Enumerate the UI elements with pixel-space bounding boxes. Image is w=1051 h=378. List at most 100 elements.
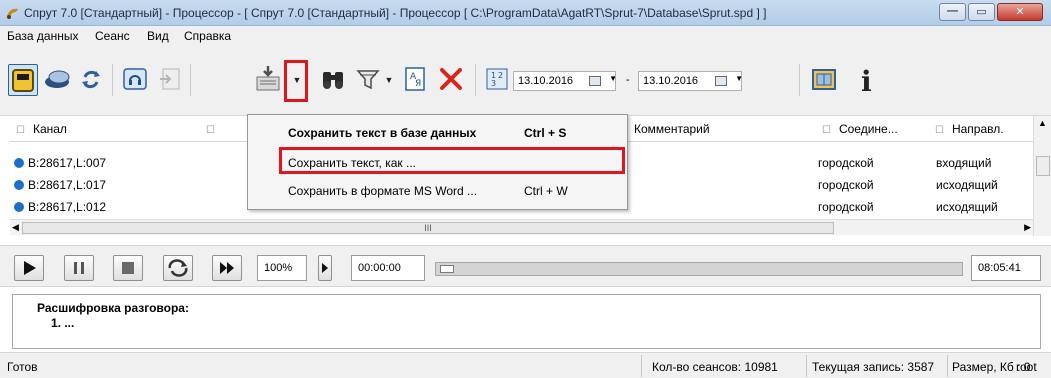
maximize-button[interactable]: ▭ [968,3,995,21]
svg-text:2: 2 [498,71,503,80]
app-icon [7,8,18,19]
chevron-down-icon[interactable]: ▼ [609,74,617,83]
menu-bar: База данных Сеанс Вид Справка [0,26,1051,46]
cell-channel: B:28617,L:017 [28,178,107,192]
database-button[interactable] [8,64,38,96]
player-bar: 100% 00:00:00 08:05:41 [0,245,1051,287]
filter-dropdown[interactable]: ▼ [383,64,395,96]
refresh-icon [82,70,100,89]
transcript-editor[interactable]: Расшифровка разговора: 1. ... [12,294,1041,349]
transcript-line: 1. ... [51,316,75,330]
chevron-down-icon[interactable]: ▼ [735,74,743,83]
progress-thumb[interactable] [440,265,454,273]
column-direction[interactable]: ☐ Направл. [935,122,1004,136]
minimize-button[interactable]: — [939,3,966,21]
column-comment[interactable]: Комментарий [634,122,710,136]
text-find-icon: A Я [405,67,425,91]
menu-item-save-word[interactable]: Сохранить в формате MS Word ... Ctrl + W [250,179,625,203]
fast-forward-icon [220,262,234,274]
volume-field[interactable]: 100% [257,255,307,281]
calendar-icon[interactable] [715,76,727,86]
info-icon: i [861,65,872,98]
cell-direction: входящий [936,156,992,170]
status-dot-icon [14,180,24,190]
fast-forward-button[interactable] [212,255,242,281]
audio-button[interactable] [120,64,150,96]
stop-icon [122,262,134,274]
horizontal-scrollbar[interactable]: ◀ III ▶ [10,219,1033,235]
duration-value: 08:05:41 [978,262,1021,274]
loop-icon [168,259,188,277]
column-connection[interactable]: ☐ Соедине... [822,122,898,136]
filter-button[interactable] [353,64,383,96]
save-as-highlight [279,147,625,174]
filter-icon [356,70,380,90]
date-from-value: 13.10.2016 [518,75,574,87]
status-separator [806,355,807,377]
scroll-up-icon[interactable]: ▲ [1038,118,1047,128]
column-hidden[interactable]: ☐ [206,122,223,136]
scroll-left-icon[interactable]: ◀ [12,222,19,233]
column-checkbox[interactable]: ☐ [822,125,831,136]
playback-progress[interactable] [435,262,963,276]
pause-button[interactable] [64,255,94,281]
save-text-icon [256,66,280,91]
refresh-button[interactable] [76,64,106,96]
column-checkbox[interactable]: ☐ [935,125,944,136]
menu-session[interactable]: Сеанс [95,29,130,43]
duration-field: 08:05:41 [971,255,1041,281]
menu-item-save-to-db[interactable]: Сохранить текст в базе данных Ctrl + S [250,121,625,145]
status-dot-icon [14,158,24,168]
scroll-thumb[interactable] [1036,156,1050,176]
text-find-button[interactable]: A Я [400,64,430,96]
column-channel[interactable]: ☐ Канал [16,122,67,136]
scroll-right-icon[interactable]: ▶ [1024,222,1031,233]
title-bar: Спрут 7.0 [Стандартный] - Процессор - [ … [0,0,1051,26]
volume-arrow[interactable] [318,255,332,281]
eraser-button[interactable] [43,64,73,96]
cell-direction: исходящий [936,200,998,214]
calendar-icon[interactable] [589,76,601,86]
menu-view[interactable]: Вид [147,29,169,43]
report-button[interactable] [809,64,839,96]
maximize-icon: ▭ [976,6,987,18]
column-checkbox[interactable]: ☐ [206,125,215,136]
sort-button[interactable]: 1 3 2 [483,64,513,96]
toolbar-separator [190,64,191,96]
play-button[interactable] [14,255,44,281]
delete-button[interactable] [436,64,466,96]
volume-value: 100% [264,262,293,274]
status-bar: Готов Кол-во сеансов: 10981 Текущая запи… [0,352,1051,378]
menu-item-shortcut: Ctrl + W [524,184,568,198]
cell-connection: городской [818,178,874,192]
date-to-field[interactable]: 13.10.2016 ▼ [638,71,743,91]
menu-database[interactable]: База данных [7,29,78,43]
date-from-field[interactable]: 13.10.2016 ▼ [513,71,617,91]
eraser-icon [45,70,70,88]
menu-help[interactable]: Справка [184,29,231,43]
position-field[interactable]: 00:00:00 [351,255,425,281]
menu-item-shortcut: Ctrl + S [524,126,567,140]
vertical-scrollbar[interactable]: ▲ [1033,116,1051,236]
toolbar-separator [112,64,113,96]
svg-text:Я: Я [415,79,421,89]
scroll-thumb[interactable]: III [22,222,834,234]
column-checkbox[interactable]: ☐ [16,125,25,136]
report-icon [812,69,836,90]
search-button[interactable] [318,64,348,96]
loop-button[interactable] [163,255,193,281]
toolbar: ▼ ▼ A Я 1 3 2 13.10.2016 ▼ - 13.10.2016 … [0,46,1051,116]
date-separator: - [626,74,630,86]
export-icon [160,68,180,90]
about-button[interactable]: i [852,64,882,98]
cell-channel: B:28617,L:012 [28,200,107,214]
audio-icon [123,68,147,90]
menu-item-label: Сохранить текст в базе данных [288,126,477,140]
save-text-button[interactable] [253,64,283,96]
chevron-right-icon [322,263,328,273]
export-button[interactable] [155,64,185,96]
cell-connection: городской [818,156,874,170]
stop-button[interactable] [113,255,143,281]
close-button[interactable]: ✕ [997,3,1043,21]
close-icon: ✕ [1015,6,1025,18]
